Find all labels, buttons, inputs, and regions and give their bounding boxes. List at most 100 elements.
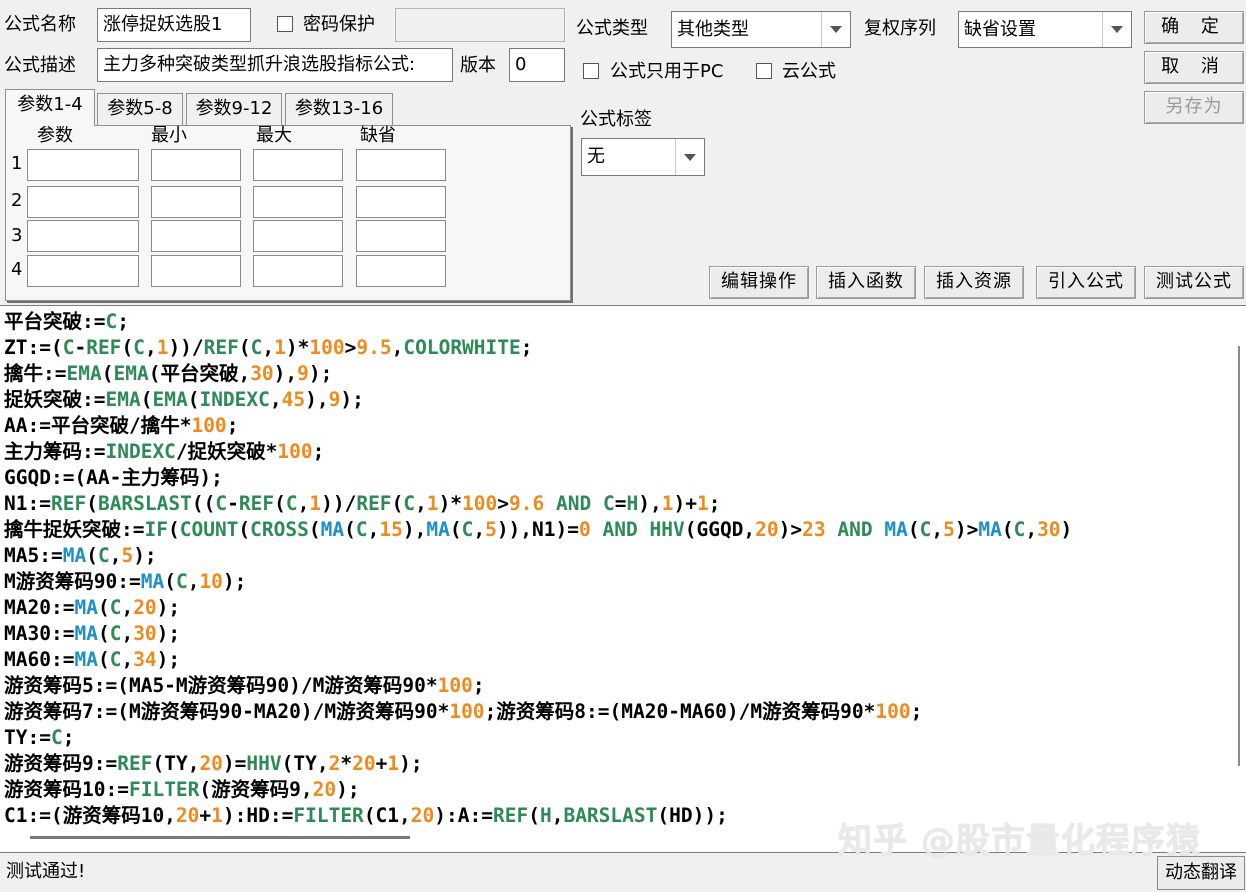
- code-token: EMA: [152, 388, 188, 411]
- code-token: );: [399, 752, 423, 775]
- code-token: ,: [121, 596, 134, 619]
- code-token: 20: [410, 804, 435, 827]
- code-token: 2: [328, 752, 341, 775]
- password-checkbox[interactable]: [277, 16, 293, 32]
- param-min-input[interactable]: [151, 220, 241, 252]
- vertical-scrollbar[interactable]: [1238, 346, 1240, 766]
- ok-button[interactable]: 确 定: [1144, 11, 1244, 44]
- param-min-input[interactable]: [151, 255, 241, 287]
- code-token: >: [344, 336, 357, 359]
- code-token: (C1,: [363, 804, 411, 827]
- import-formula-button[interactable]: 引入公式: [1036, 266, 1136, 299]
- code-token: MA: [140, 570, 165, 593]
- param-row-number: 1: [11, 153, 23, 174]
- code-token: ,: [269, 388, 282, 411]
- param-max-input[interactable]: [253, 220, 343, 252]
- code-token: >: [497, 492, 510, 515]
- code-text[interactable]: 平台突破:=C; ZT:=(C-REF(C,1))/REF(C,1)*100>9.…: [4, 309, 1072, 829]
- param-max-input[interactable]: [253, 186, 343, 218]
- code-token: ,: [121, 648, 134, 671]
- code-token: ),: [305, 388, 329, 411]
- version-input[interactable]: 0: [509, 48, 565, 82]
- code-line: 平台突破:=C;: [4, 309, 1072, 335]
- code-token: -: [74, 336, 87, 359]
- code-token: 游资筹码9:=: [4, 752, 118, 775]
- tab-params-9-12[interactable]: 参数9-12: [186, 93, 282, 125]
- test-formula-button[interactable]: 测试公式: [1144, 266, 1244, 299]
- insert-function-button[interactable]: 插入函数: [816, 266, 916, 299]
- tag-select[interactable]: 无: [581, 138, 705, 176]
- code-token: )+: [673, 492, 697, 515]
- code-token: (: [449, 518, 462, 541]
- code-token: (: [907, 518, 920, 541]
- pc-only-checkbox[interactable]: [583, 63, 599, 79]
- cloud-checkbox[interactable]: [756, 63, 772, 79]
- code-line: 擒牛捉妖突破:=IF(COUNT(CROSS(MA(C,15),MA(C,5))…: [4, 517, 1072, 543]
- code-editor[interactable]: 平台突破:=C; ZT:=(C-REF(C,1))/REF(C,1)*100>9.…: [0, 305, 1246, 853]
- param-default-input[interactable]: [356, 149, 446, 181]
- param-default-input[interactable]: [356, 220, 446, 252]
- tab-params-13-16[interactable]: 参数13-16: [285, 93, 393, 125]
- code-token: AND: [837, 518, 873, 541]
- param-name-input[interactable]: [27, 186, 139, 218]
- code-token: (: [238, 336, 251, 359]
- code-line: 擒牛:=EMA(EMA(平台突破,30),9);: [4, 361, 1072, 387]
- formula-type-select[interactable]: 其他类型: [671, 11, 851, 48]
- code-token: FILTER: [128, 778, 200, 801]
- code-token: 擒牛:=: [4, 362, 67, 385]
- param-max-input[interactable]: [253, 255, 343, 287]
- password-input[interactable]: [395, 8, 565, 42]
- dynamic-translate-button[interactable]: 动态翻译: [1157, 856, 1245, 890]
- insert-resource-button[interactable]: 插入资源: [924, 266, 1024, 299]
- save-as-button[interactable]: 另存为: [1144, 91, 1244, 124]
- code-token: 100: [277, 440, 313, 463]
- formula-desc-input[interactable]: 主力多种突破类型抓升浪选股指标公式:: [97, 48, 453, 82]
- code-line: MA60:=MA(C,34);: [4, 647, 1072, 673]
- tab-params-5-8[interactable]: 参数5-8: [97, 93, 183, 125]
- code-token: ,: [473, 518, 486, 541]
- param-default-input[interactable]: [356, 255, 446, 287]
- horizontal-scrollbar[interactable]: [30, 836, 410, 839]
- code-token: 30: [133, 622, 157, 645]
- param-min-input[interactable]: [151, 149, 241, 181]
- code-token: 20: [133, 596, 157, 619]
- code-token: ),: [273, 362, 298, 385]
- tag-value: 无: [587, 146, 605, 167]
- col-header-max: 最大: [256, 125, 292, 146]
- formula-name-input[interactable]: 涨停捉妖选股1: [97, 8, 251, 42]
- chevron-down-icon[interactable]: [675, 139, 704, 175]
- chevron-down-icon[interactable]: [821, 12, 850, 47]
- code-token: C: [105, 310, 118, 333]
- param-max-input[interactable]: [253, 149, 343, 181]
- code-token: C: [603, 492, 615, 515]
- status-text: 测试通过!: [6, 861, 86, 882]
- code-token: 20: [352, 752, 376, 775]
- code-token: ,: [391, 336, 404, 359]
- cancel-button[interactable]: 取 消: [1144, 51, 1244, 84]
- param-name-input[interactable]: [27, 220, 139, 252]
- param-name-input[interactable]: [27, 255, 139, 287]
- code-token: C: [250, 336, 263, 359]
- code-token: C: [355, 518, 368, 541]
- param-min-input[interactable]: [151, 186, 241, 218]
- pc-only-label: 公式只用于PC: [610, 61, 724, 82]
- version-label: 版本: [460, 55, 496, 76]
- code-token: FILTER: [293, 804, 364, 827]
- code-token: (: [187, 388, 200, 411]
- code-token: C: [285, 492, 298, 515]
- code-token: (: [97, 648, 110, 671]
- rights-select[interactable]: 缺省设置: [958, 11, 1132, 48]
- tab-params-1-4[interactable]: 参数1-4: [5, 89, 95, 126]
- code-token: 主力筹码:=: [4, 440, 106, 463]
- param-row-number: 4: [11, 259, 23, 280]
- code-token: H: [539, 804, 552, 827]
- code-token: (: [86, 544, 98, 567]
- chevron-down-icon[interactable]: [1102, 12, 1131, 47]
- param-default-input[interactable]: [356, 186, 446, 218]
- param-name-input[interactable]: [27, 149, 139, 181]
- edit-ops-button[interactable]: 编辑操作: [709, 266, 809, 299]
- code-token: (: [344, 518, 356, 541]
